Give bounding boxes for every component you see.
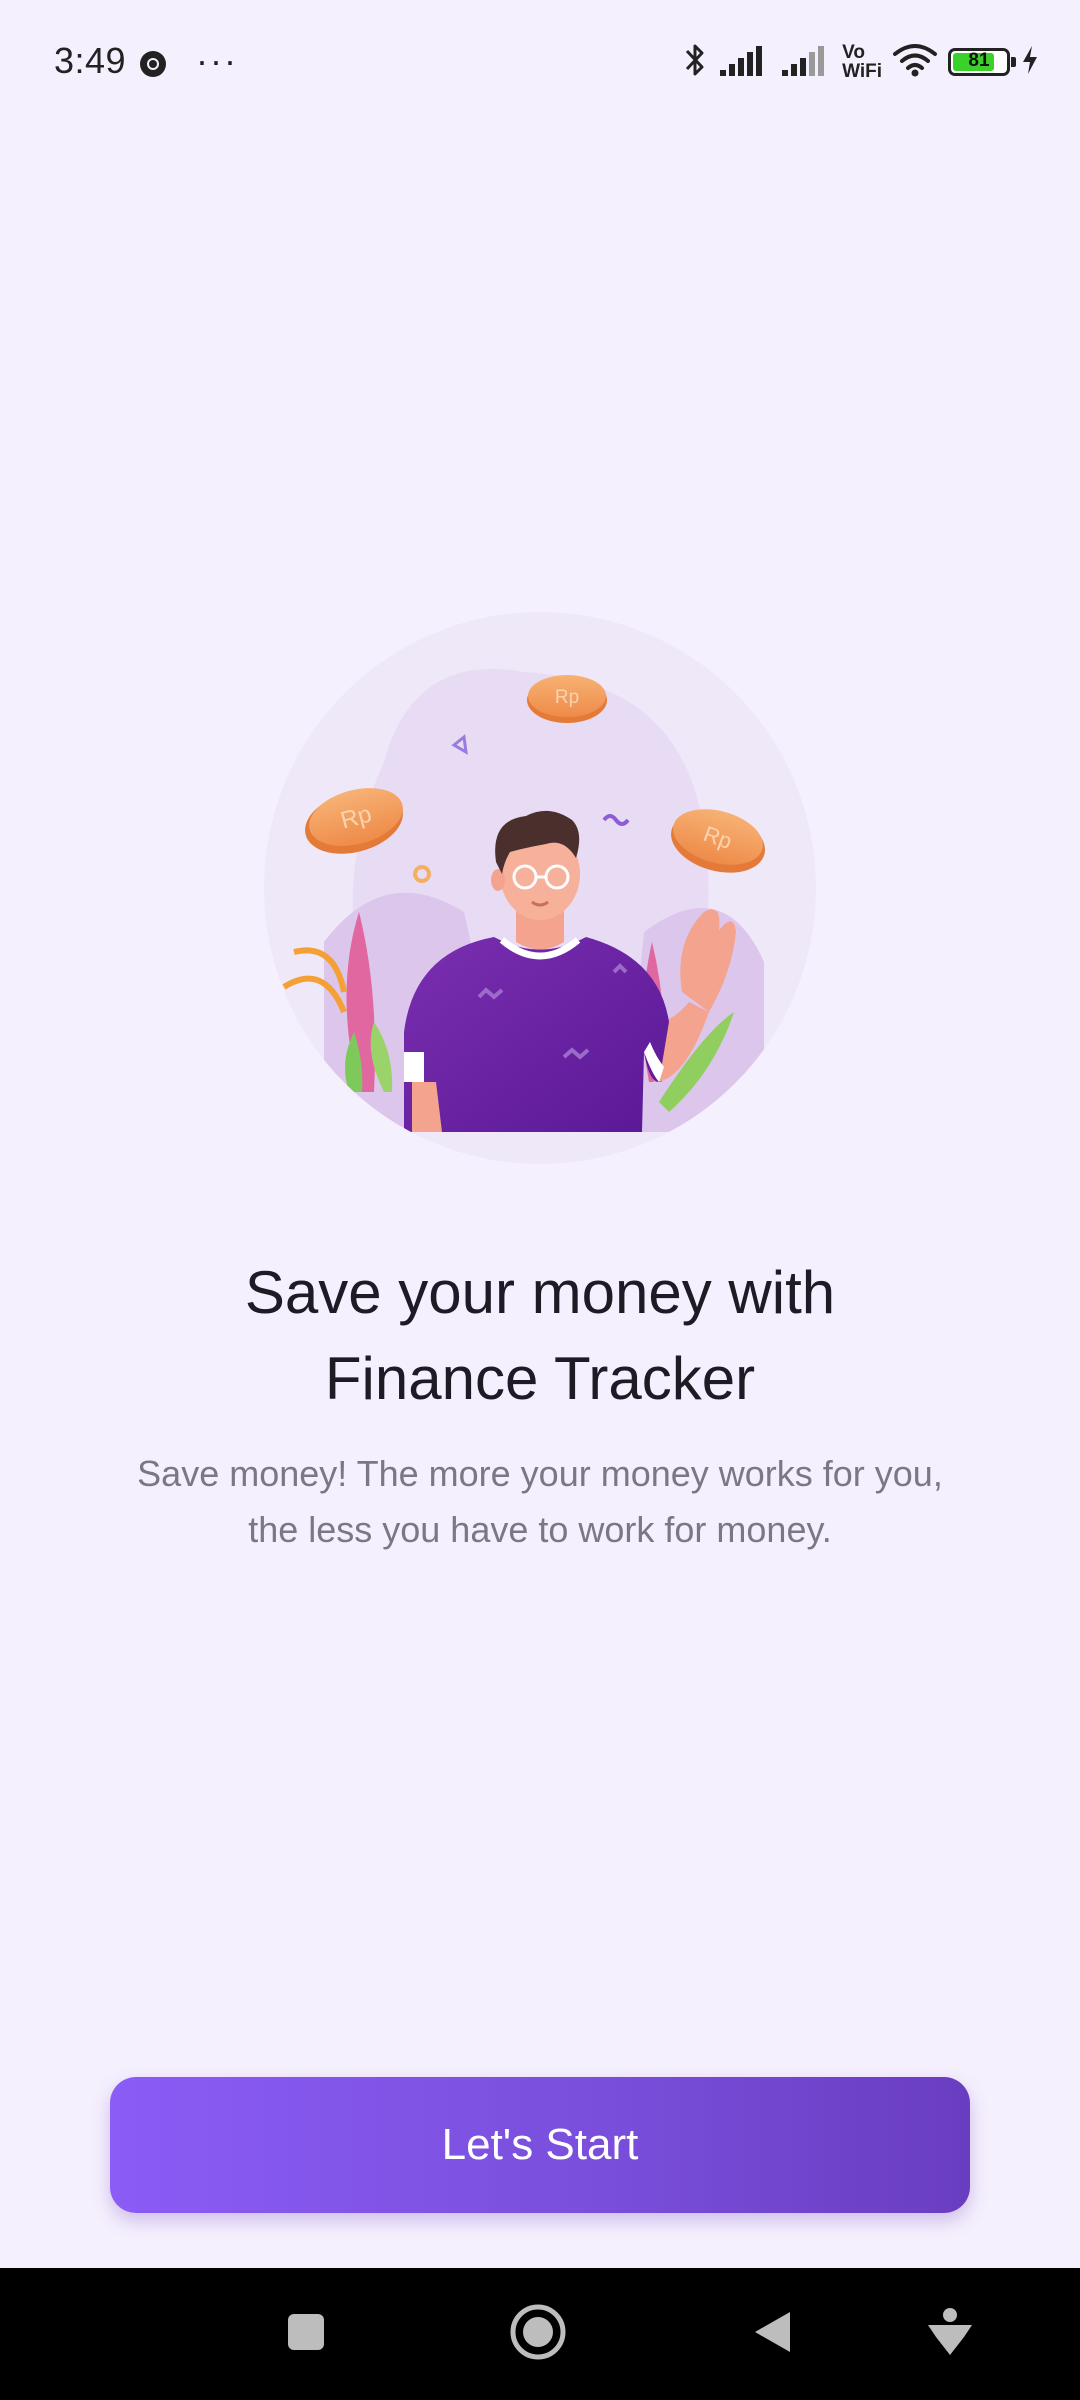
accessibility-button[interactable] xyxy=(890,2268,1010,2400)
charging-icon xyxy=(1020,44,1040,81)
more-notifications-icon: ··· xyxy=(196,40,238,81)
onboarding-title-line1: Save your money with xyxy=(244,1259,836,1326)
accessibility-icon xyxy=(926,2307,974,2362)
recents-icon xyxy=(286,2312,326,2357)
battery-level-text: 81 xyxy=(968,50,990,71)
status-icons: Vo WiFi 81 xyxy=(682,38,1040,86)
signal-icon-2 xyxy=(780,42,832,83)
coin-icon: Rp xyxy=(527,675,607,723)
status-bar: 3:49 ··· Vo WiFi 81 xyxy=(0,0,1080,124)
onboarding-title-line2: Finance Tracker xyxy=(324,1345,756,1412)
coin-label: Rp xyxy=(555,687,579,708)
onboarding-illustration: Rp Rp Rp xyxy=(264,612,816,1164)
back-icon xyxy=(752,2309,792,2360)
system-navigation-bar xyxy=(0,2268,1080,2400)
signal-icon xyxy=(718,42,770,83)
home-icon xyxy=(509,2303,567,2366)
vowifi-indicator: Vo WiFi xyxy=(842,42,882,82)
onboarding-subtitle-line2: the less you have to work for money. xyxy=(248,1509,832,1550)
onboarding-title: Save your money with Finance Tracker xyxy=(90,1250,990,1422)
back-button[interactable] xyxy=(712,2268,832,2400)
lets-start-button[interactable]: Let's Start xyxy=(110,2077,970,2213)
recents-button[interactable] xyxy=(246,2268,366,2400)
status-time: 3:49 xyxy=(54,40,127,81)
battery-icon: 81 xyxy=(948,48,1016,76)
onboarding-subtitle-line1: Save money! The more your money works fo… xyxy=(137,1453,943,1494)
bluetooth-icon xyxy=(682,40,708,85)
wifi-icon xyxy=(892,42,938,83)
onboarding-subtitle: Save money! The more your money works fo… xyxy=(60,1446,1020,1558)
chrome-icon xyxy=(138,49,168,84)
home-button[interactable] xyxy=(478,2268,598,2400)
